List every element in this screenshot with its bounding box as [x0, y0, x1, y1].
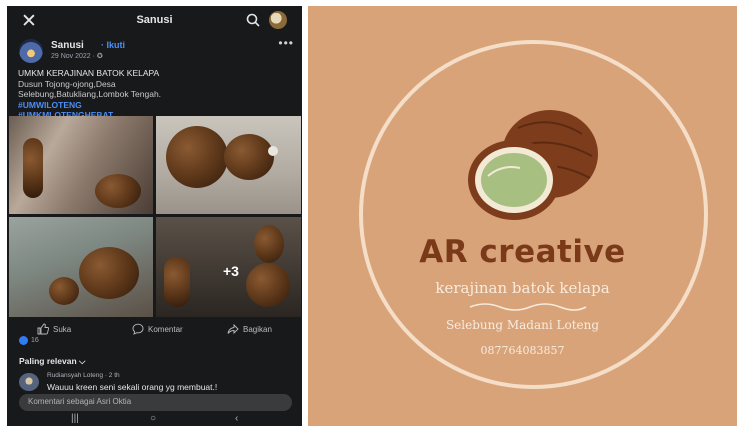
post-caption: UMKM KERAJINAN BATOK KELAPA Dusun Tojong…	[18, 68, 298, 121]
commenter-name[interactable]: Rudiansyah Loteng · 2 th	[47, 372, 120, 379]
author-avatar[interactable]	[19, 39, 43, 63]
share-button[interactable]: Bagikan	[227, 323, 272, 335]
post-date: 29 Nov 2022 · ✪	[51, 53, 103, 60]
caption-line: UMKM KERAJINAN BATOK KELAPA	[18, 68, 160, 78]
coconut-shell-image	[246, 263, 290, 307]
home-icon[interactable]: ○	[150, 413, 156, 424]
photo-grid: +3	[7, 116, 302, 317]
comment-bubble-icon	[132, 323, 144, 335]
action-bar: Suka Komentar Bagikan	[7, 318, 302, 340]
like-label: Suka	[53, 324, 72, 334]
share-arrow-icon	[227, 323, 239, 335]
comment-text: Wauuu kreen seni sekali orang yg membuat…	[47, 382, 218, 392]
coconut-icon	[468, 110, 598, 220]
comment-label: Komentar	[148, 324, 183, 334]
caption-line: Selebung,Batukliang,Lombok Tengah.	[18, 89, 162, 99]
wave-divider-icon	[469, 303, 587, 311]
sort-comments-dropdown[interactable]: Paling relevan ⌵	[19, 356, 85, 367]
photo-coconut-craft-3[interactable]	[9, 217, 153, 317]
brand-phone: 087764083857	[480, 344, 565, 357]
top-bar: ✕ Sanusi	[7, 6, 302, 36]
author-name[interactable]: Sanusi	[51, 40, 84, 51]
coconut-shell-image	[254, 225, 284, 263]
more-options-icon[interactable]: •••	[278, 36, 294, 50]
thumbs-up-icon	[37, 323, 49, 335]
like-button[interactable]: Suka	[37, 323, 71, 335]
coconut-shell-image	[79, 247, 139, 299]
reaction-count: 16	[31, 337, 39, 344]
coconut-shell-image	[49, 277, 79, 305]
comment-button[interactable]: Komentar	[132, 323, 183, 335]
facebook-post-screenshot: ✕ Sanusi Sanusi · Ikuti 29 Nov 2022 · ✪ …	[7, 6, 302, 426]
ar-creative-logo: AR creative kerajinan batok kelapa Seleb…	[308, 6, 737, 426]
share-label: Bagikan	[243, 324, 272, 334]
follow-link[interactable]: · Ikuti	[101, 40, 125, 50]
like-reaction-icon	[19, 336, 28, 345]
ant-eye	[268, 146, 278, 156]
coconut-shell-image	[224, 134, 274, 180]
coconut-shell-image	[95, 174, 141, 208]
back-icon[interactable]: ‹	[235, 413, 238, 424]
comment-input[interactable]: Komentari sebagai Asri Oktia	[19, 394, 292, 411]
brand-name: AR creative	[419, 234, 626, 270]
hashtag-link[interactable]: #UMWILOTENG	[18, 100, 298, 111]
profile-avatar-icon[interactable]	[269, 11, 287, 29]
post-header: Sanusi · Ikuti 29 Nov 2022 · ✪ •••	[19, 36, 294, 65]
photo-coconut-ant[interactable]	[156, 116, 301, 214]
comment-item: Rudiansyah Loteng · 2 th Wauuu kreen sen…	[19, 371, 299, 393]
search-icon[interactable]	[246, 13, 260, 27]
brand-location: Selebung Madani Loteng	[445, 318, 600, 332]
reaction-summary[interactable]: 16	[19, 336, 39, 345]
brand-subtitle: kerajinan batok kelapa	[435, 279, 610, 297]
recent-apps-icon[interactable]: |||	[71, 413, 79, 424]
android-nav-bar: ||| ○ ‹	[7, 413, 302, 426]
coconut-shell-image	[23, 138, 43, 198]
more-photos-count[interactable]: +3	[223, 263, 239, 279]
caption-line: Dusun Tojong-ojong,Desa	[18, 78, 116, 89]
commenter-avatar[interactable]	[19, 373, 39, 391]
photo-coconut-craft-1[interactable]	[9, 116, 153, 214]
coconut-shell-image	[166, 126, 228, 188]
coconut-shell-image	[164, 257, 190, 307]
